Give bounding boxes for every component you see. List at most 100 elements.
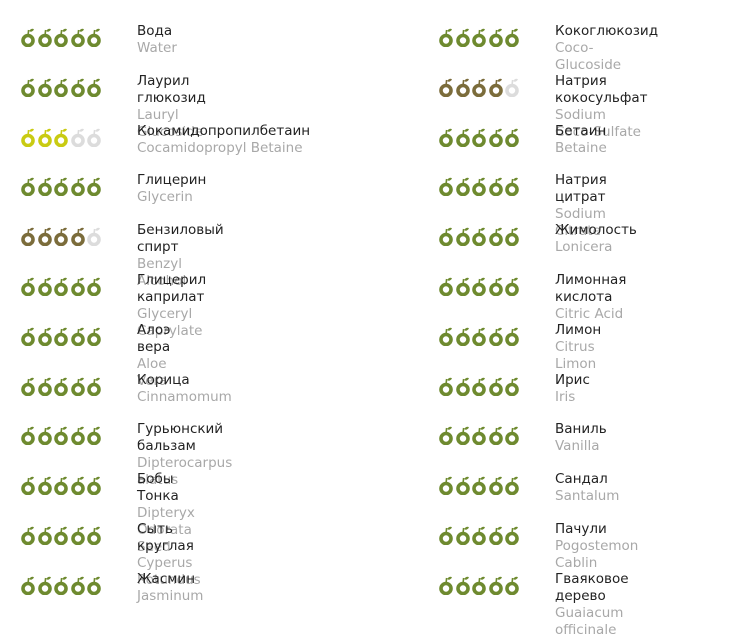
- fruit-rating-icon: [439, 327, 453, 346]
- ingredient-name-latin: Cocamidopropyl Betaine: [137, 139, 303, 156]
- safety-rating: [438, 575, 520, 595]
- ingredient-name-ru: Лимонная кислота: [555, 271, 627, 305]
- fruit-rating-icon: [54, 377, 68, 396]
- fruit-rating-icon: [37, 327, 52, 346]
- fruit-rating-icon: [488, 526, 503, 545]
- fruit-rating-icon: [488, 78, 503, 97]
- safety-rating: [438, 425, 520, 446]
- fruit-rating-icon: [87, 327, 101, 346]
- fruit-rating-icon: [21, 576, 35, 595]
- fruit-rating-icon: [37, 476, 52, 496]
- safety-rating: [20, 376, 102, 396]
- ingredient-name-latin: Santalum: [555, 488, 620, 505]
- ingredient-names: Сандал Santalum: [555, 471, 619, 505]
- fruit-rating-icon: [488, 327, 503, 346]
- ingredient-names: Жасмин Jasminum: [137, 571, 203, 605]
- fruit-rating-icon: [70, 327, 85, 346]
- fruit-rating-icon: [37, 277, 52, 296]
- fruit-rating-icon: [472, 178, 486, 197]
- fruit-rating-icon: [472, 377, 486, 396]
- fruit-rating-icon: [488, 476, 503, 496]
- fruit-rating-icon: [455, 128, 470, 147]
- fruit-rating-icon: [54, 476, 68, 496]
- fruit-rating-icon: [70, 128, 85, 147]
- fruit-rating-icon: [472, 427, 486, 446]
- fruit-rating-icon: [455, 476, 470, 496]
- ingredient-name-ru: Сандал: [555, 471, 608, 488]
- ingredient-name-latin: Water: [137, 40, 177, 56]
- fruit-rating-icon: [87, 576, 101, 595]
- fruit-rating-icon: [455, 178, 470, 197]
- ingredient-names: Глицерин Glycerin: [137, 172, 206, 206]
- ingredient-name-ru: Сыть круглая: [137, 520, 194, 554]
- fruit-rating-icon: [21, 327, 35, 346]
- fruit-rating-icon: [472, 128, 486, 147]
- fruit-rating-icon: [54, 227, 68, 247]
- safety-rating: [438, 276, 520, 296]
- fruit-rating-icon: [439, 28, 453, 47]
- safety-rating: [20, 27, 102, 47]
- fruit-rating-icon: [505, 377, 519, 396]
- ingredient-name-ru: Кокамидопропилбетаин: [137, 122, 311, 139]
- ingredient-name-ru: Лимон: [555, 321, 602, 338]
- ingredient-names: Корица Cinnamomum: [137, 372, 232, 406]
- ingredient-name-ru: Натрия цитрат: [555, 172, 607, 206]
- ingredient-name-latin: Betaine: [555, 139, 607, 156]
- ingredient-name-ru: Жасмин: [137, 570, 196, 587]
- fruit-rating-icon: [70, 576, 85, 595]
- fruit-rating-icon: [505, 178, 519, 197]
- fruit-rating-icon: [87, 227, 101, 247]
- fruit-rating-icon: [21, 178, 35, 197]
- fruit-rating-icon: [37, 178, 52, 197]
- fruit-rating-icon: [70, 476, 85, 496]
- fruit-rating-icon: [87, 128, 101, 147]
- safety-rating: [20, 525, 102, 545]
- ingredient-name-ru: Бобы Тонка: [137, 471, 179, 505]
- fruit-rating-icon: [488, 576, 503, 595]
- fruit-rating-icon: [472, 277, 486, 296]
- ingredient-names: Бетаин Betaine: [555, 123, 607, 157]
- ingredient-name-ru: Кокоглюкозид: [555, 23, 659, 39]
- fruit-rating-icon: [505, 227, 519, 247]
- fruit-rating-icon: [70, 377, 85, 396]
- safety-rating: [20, 127, 102, 147]
- fruit-rating-icon: [505, 28, 519, 47]
- fruit-rating-icon: [54, 178, 68, 197]
- ingredient-names: Кокамидопропилбетаин Cocamidopropyl Beta…: [137, 123, 310, 157]
- fruit-rating-icon: [455, 427, 470, 446]
- ingredient-name-latin: Pogostemon Cablin: [555, 537, 639, 571]
- ingredient-name-ru: Алоэ вера: [137, 321, 171, 355]
- safety-rating: [438, 176, 520, 197]
- safety-rating: [438, 27, 520, 47]
- fruit-rating-icon: [54, 78, 68, 97]
- ingredient-name-latin: Cinnamomum: [137, 388, 232, 405]
- fruit-rating-icon: [21, 427, 35, 446]
- ingredient-name-ru: Бензиловый спирт: [137, 222, 224, 256]
- fruit-rating-icon: [87, 78, 101, 97]
- ingredient-name-latin: Coco-Glucoside: [555, 40, 622, 73]
- fruit-rating-icon: [488, 277, 503, 296]
- safety-rating: [20, 176, 102, 197]
- fruit-rating-icon: [439, 427, 453, 446]
- safety-rating: [20, 475, 102, 496]
- fruit-rating-icon: [439, 128, 453, 147]
- fruit-rating-icon: [21, 277, 35, 296]
- ingredient-names: Лимонная кислота Citric Acid: [555, 272, 626, 323]
- fruit-rating-icon: [439, 526, 453, 545]
- safety-rating: [20, 575, 102, 595]
- fruit-rating-icon: [455, 28, 470, 47]
- fruit-rating-icon: [439, 377, 453, 396]
- fruit-rating-icon: [21, 128, 35, 147]
- fruit-rating-icon: [87, 277, 101, 296]
- fruit-rating-icon: [455, 78, 470, 97]
- ingredient-names: Ваниль Vanilla: [555, 421, 607, 455]
- safety-rating: [438, 226, 520, 247]
- fruit-rating-icon: [21, 78, 35, 97]
- ingredient-name-ru: Пачули: [555, 520, 607, 537]
- ingredient-name-ru: Натрия кокосульфат: [555, 72, 648, 106]
- fruit-rating-icon: [87, 476, 101, 496]
- safety-rating: [438, 525, 520, 545]
- safety-rating: [20, 425, 102, 446]
- fruit-rating-icon: [488, 377, 503, 396]
- fruit-rating-icon: [37, 526, 52, 545]
